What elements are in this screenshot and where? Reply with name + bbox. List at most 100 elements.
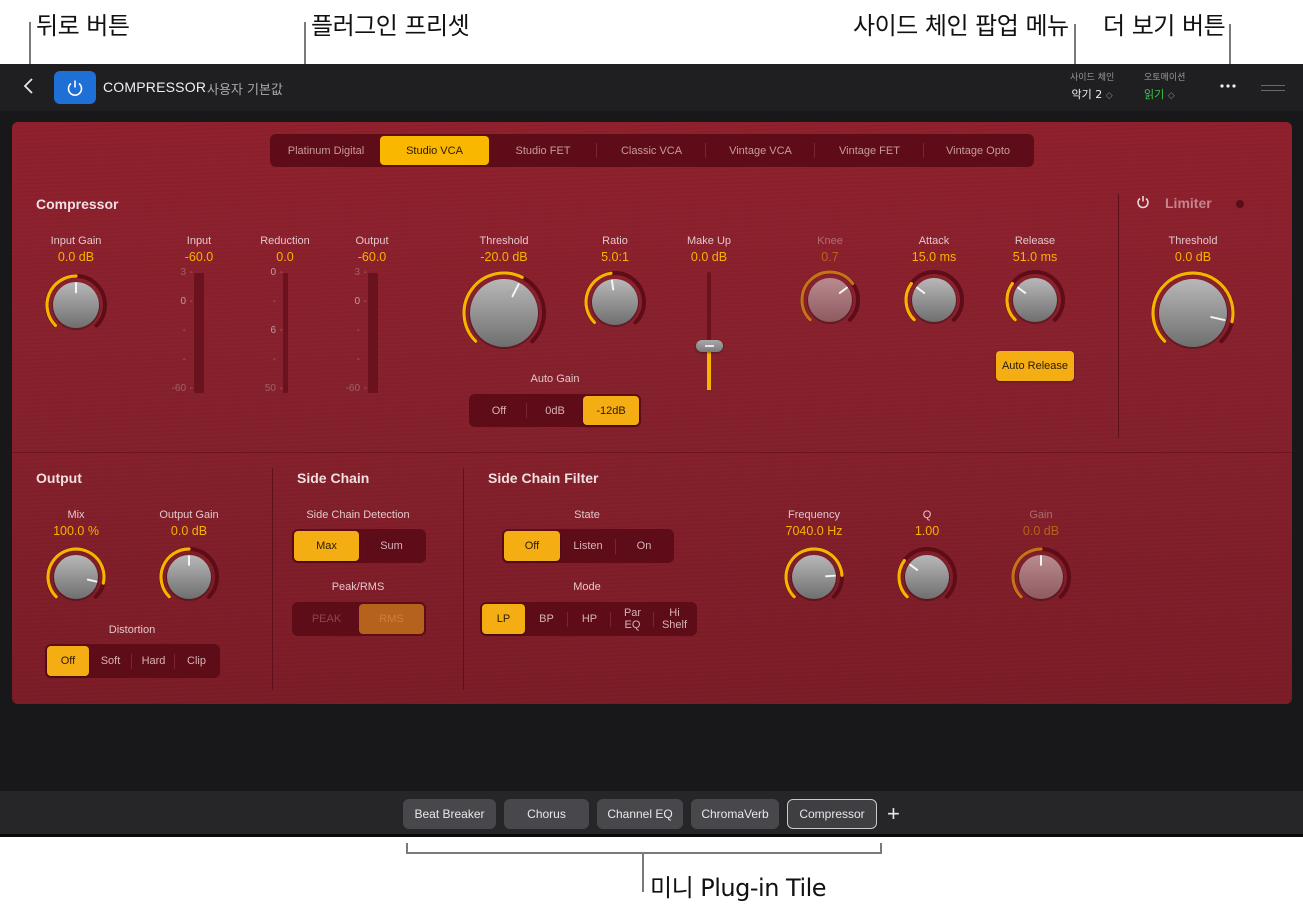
filter-gain-label: Gain (1029, 509, 1053, 521)
auto-release-button[interactable]: Auto Release (996, 351, 1074, 381)
add-plugin-button[interactable]: + (887, 803, 900, 825)
segment-option[interactable]: Off (504, 531, 560, 561)
makeup-slider-fill (707, 346, 711, 390)
callout-back-button: 뒤로 버튼 (36, 12, 130, 40)
circuit-tab[interactable]: Studio FET (489, 136, 597, 165)
circuit-tab[interactable]: Classic VCA (597, 136, 706, 165)
attack-knob[interactable] (903, 269, 965, 331)
callout-more-button: 더 보기 버튼 (1103, 12, 1226, 40)
power-icon (1137, 196, 1149, 209)
segment-option[interactable]: RMS (359, 604, 424, 634)
segment-option[interactable]: On (616, 531, 672, 561)
side-chain-detection-label: Side Chain Detection (306, 509, 410, 521)
mix-knob[interactable] (45, 546, 107, 608)
sidechain-label: 사이드 체인 (1070, 73, 1115, 83)
meter-tick-mark: - (363, 267, 367, 278)
reduction-meter-value: 0.0 (276, 250, 294, 264)
segment-option-label: On (636, 540, 652, 552)
meter-tick-mark: - (189, 296, 193, 307)
limiter-power-button[interactable] (1136, 195, 1150, 214)
segment-option-label: PEAK (311, 613, 342, 625)
plugin-tile[interactable]: Chorus (504, 799, 589, 829)
segment-option[interactable]: PEAK (294, 604, 359, 634)
side-chain-section-title: Side Chain (297, 470, 370, 486)
circuit-tab-label: Vintage VCA (729, 144, 792, 157)
side-chain-detection-selector: Max Sum (292, 529, 426, 563)
meter-tick: -60 (171, 383, 186, 394)
segment-option[interactable]: Par EQ (611, 604, 654, 634)
callout-sidechain-menu: 사이드 체인 팝업 메뉴 (853, 12, 1069, 40)
meter-tick-mark: - (279, 325, 283, 336)
callout-plugin-preset: 플러그인 프리셋 (311, 12, 470, 40)
callout-mini-plugin-tile: 미니 Plug-in Tile (650, 874, 827, 902)
divider (1118, 194, 1119, 438)
circuit-tab[interactable]: Vintage FET (815, 136, 924, 165)
plugin-tiles: Beat Breaker Chorus Channel EQ ChromaVerb Co… (403, 799, 900, 829)
makeup-slider-thumb[interactable] (696, 340, 723, 353)
circuit-tab[interactable]: Vintage Opto (924, 136, 1032, 165)
makeup-label: Make Up (686, 235, 732, 247)
circuit-tab[interactable]: Studio VCA (380, 136, 489, 165)
knob-body (808, 278, 852, 322)
segment-option[interactable]: Listen (560, 531, 616, 561)
segment-option[interactable]: Off (471, 396, 527, 425)
release-knob[interactable] (1004, 269, 1066, 331)
ratio-knob[interactable] (583, 270, 647, 334)
plugin-tile[interactable]: Beat Breaker (403, 799, 496, 829)
distortion-selector: Off Soft Hard Clip (45, 644, 220, 678)
segment-option-label: Par EQ (623, 607, 642, 631)
circuit-tab[interactable]: Vintage VCA (706, 136, 815, 165)
circuit-type-selector: Platinum Digital Studio VCA Studio FET Clas… (270, 134, 1034, 167)
segment-option[interactable]: Soft (89, 646, 132, 676)
distortion-label: Distortion (108, 624, 156, 636)
output-meter-value: -60.0 (357, 250, 387, 264)
knob-body (1159, 279, 1227, 347)
segment-option[interactable]: Sum (359, 531, 424, 561)
knee-knob[interactable] (799, 269, 861, 331)
power-icon (67, 80, 83, 96)
segment-option[interactable]: Off (47, 646, 89, 676)
segment-option[interactable]: BP (525, 604, 568, 634)
mix-label: Mix (67, 509, 85, 521)
plugin-tile[interactable]: ChromaVerb (691, 799, 779, 829)
segment-option[interactable]: -12dB (583, 396, 639, 425)
meter-tick: - (182, 325, 186, 336)
knob-pointer (825, 574, 836, 578)
back-button[interactable] (22, 76, 42, 100)
automation-label: 오토메이션 (1144, 73, 1186, 83)
meter-tick-mark: - (363, 383, 367, 394)
filter-gain-knob[interactable] (1010, 546, 1072, 608)
segment-option[interactable]: HP (568, 604, 611, 634)
segment-option[interactable]: Hi Shelf (654, 604, 695, 634)
circuit-tab[interactable]: Platinum Digital (272, 136, 380, 165)
sidechain-value: 악기 2 (1071, 88, 1103, 101)
plugin-tile[interactable]: Compressor (787, 799, 877, 829)
preset-menu[interactable]: 사용자 기본값 (207, 79, 283, 98)
updown-icon: ◇ (1167, 91, 1175, 101)
limiter-indicator (1236, 200, 1244, 208)
plugin-tile[interactable]: Channel EQ (597, 799, 683, 829)
segment-option[interactable]: Clip (175, 646, 218, 676)
drag-handle[interactable] (1261, 85, 1285, 91)
plugin-power-button[interactable] (54, 71, 96, 104)
reduction-meter (283, 273, 288, 393)
automation-menu[interactable]: 오토메이션 읽기 ◇ (1144, 70, 1185, 102)
q-label: Q (922, 509, 932, 521)
segment-option[interactable]: Max (294, 531, 359, 561)
limiter-threshold-knob[interactable] (1150, 270, 1236, 356)
input-gain-knob[interactable] (44, 273, 108, 337)
segment-option[interactable]: Hard (132, 646, 175, 676)
threshold-knob[interactable] (461, 270, 547, 356)
segment-option-label: Off (60, 655, 76, 667)
frequency-knob[interactable] (783, 546, 845, 608)
input-gain-value: 0.0 dB (57, 250, 95, 264)
sidechain-menu[interactable]: 사이드 체인 악기 2 ◇ (1070, 70, 1114, 102)
q-knob[interactable] (896, 546, 958, 608)
segment-option[interactable]: LP (482, 604, 525, 634)
output-meter (368, 273, 378, 393)
meter-tick: -60 (345, 383, 360, 394)
output-gain-knob[interactable] (158, 546, 220, 608)
segment-option[interactable]: 0dB (527, 396, 583, 425)
more-button[interactable] (1219, 76, 1237, 94)
segment-option-label: 0dB (545, 404, 565, 417)
